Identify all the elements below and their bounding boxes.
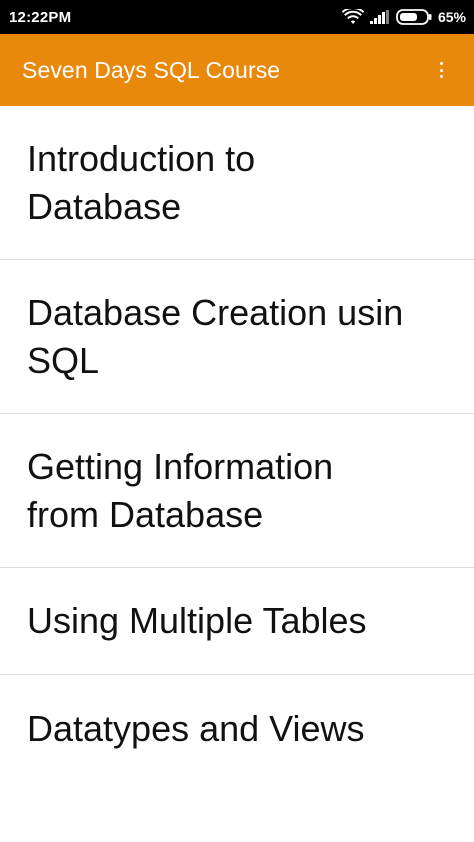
lesson-item-introduction[interactable]: Introduction to Database: [0, 106, 474, 260]
status-time: 12:22PM: [9, 8, 72, 26]
lesson-label: Introduction to Database: [27, 137, 256, 227]
lesson-item-multiple-tables[interactable]: Using Multiple Tables: [0, 568, 474, 675]
status-bar: 12:22PM 65%: [0, 0, 474, 34]
overflow-menu-icon[interactable]: [435, 60, 447, 80]
battery-percentage: 65%: [437, 9, 466, 25]
signal-icon: [369, 10, 390, 24]
app-bar: Seven Days SQL Course: [0, 34, 474, 106]
battery-icon: [396, 9, 432, 25]
wifi-icon: [341, 9, 364, 25]
app-title: Seven Days SQL Course: [22, 56, 281, 83]
lesson-label: Getting Information from Database: [27, 445, 334, 535]
lesson-label: Datatypes and Views: [27, 707, 365, 749]
lesson-item-database-creation[interactable]: Database Creation usin SQL: [0, 260, 474, 414]
status-icons: 65%: [341, 9, 466, 25]
lesson-label: Using Multiple Tables: [27, 600, 367, 641]
menu-dot: [439, 68, 443, 72]
lesson-item-datatypes-views[interactable]: Datatypes and Views: [0, 675, 474, 782]
lesson-label: Database Creation usin SQL: [27, 291, 404, 381]
lesson-list: Introduction to Database Database Creati…: [0, 106, 474, 782]
menu-dot: [439, 62, 443, 65]
lesson-item-getting-information[interactable]: Getting Information from Database: [0, 414, 474, 568]
menu-dot: [439, 75, 443, 78]
